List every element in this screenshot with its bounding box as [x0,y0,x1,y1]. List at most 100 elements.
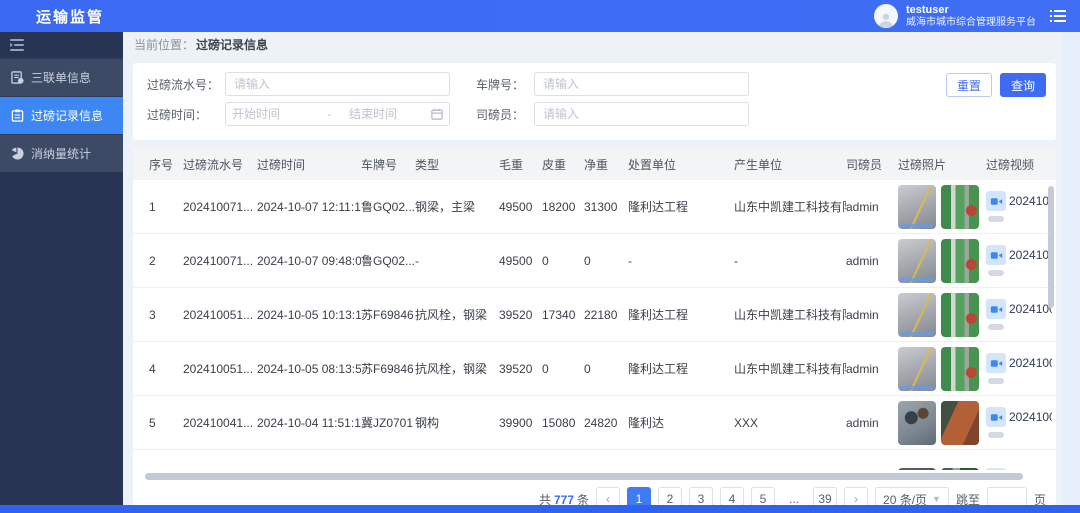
page-ellipsis: ... [782,487,806,505]
cell-plate-number: 苏F69846 [361,360,415,377]
cell-producing-unit: 山东中凯建工科技有限... [734,360,846,377]
weighing-photo-thumbnail[interactable] [941,347,979,391]
weighing-photo-thumbnail[interactable] [941,401,979,445]
prev-page-button[interactable]: ‹ [596,487,620,505]
list-menu-icon[interactable] [1050,9,1066,23]
column-header: 净重 [584,156,628,173]
sidebar-item-label: 消纳量统计 [31,145,91,162]
cell-weigher: admin [846,416,898,430]
breadcrumb: 当前位置： 过磅记录信息 [123,32,1062,57]
table-row[interactable]: 1 202410071... 2024-10-07 12:11:13 鲁GQ02… [133,180,1056,234]
cell-tare-weight: 15080 [542,416,584,430]
chevron-down-icon: ▼ [932,494,941,504]
next-page-button[interactable]: › [844,487,868,505]
video-more-badge [988,324,1004,330]
jump-page-suffix: 页 [1034,491,1046,506]
cell-disposal-unit: - [628,254,734,268]
page-button[interactable]: 1 [627,487,651,505]
bottom-frame-strip [0,505,1080,513]
video-file-link[interactable]: 20241007 [986,191,1052,211]
video-more-badge [988,378,1004,384]
cell-type [415,450,499,468]
cell-type: 钢梁，主梁 [415,198,499,215]
cell-plate-number: 苏F69846 [361,306,415,323]
weighing-photo-thumbnail[interactable] [898,347,936,391]
table-row[interactable]: 3 202410051... 2024-10-05 10:13:15 苏F698… [133,288,1056,342]
weighing-photo-thumbnail[interactable] [941,293,979,337]
app-title: 运输监管 [0,6,104,27]
video-file-name: 20241005 [1009,302,1052,316]
table-row-partial[interactable] [133,450,1056,470]
plate-number-input[interactable] [534,72,749,96]
cell-seq: 4 [149,362,183,376]
vertical-scrollbar[interactable] [1048,186,1054,308]
cell-gross-weight [499,450,542,468]
video-file-link[interactable]: 20241007 [986,245,1052,265]
weighing-photo-thumbnail[interactable] [898,401,936,445]
cell-seq: 5 [149,416,183,430]
weigher-input[interactable] [534,102,749,126]
search-button[interactable]: 查询 [1000,73,1046,97]
weighing-photo-thumbnail[interactable] [941,468,979,470]
horizontal-scrollbar[interactable] [145,473,1023,480]
cell-seq: 3 [149,308,183,322]
table-row[interactable]: 4 202410051... 2024-10-05 08:13:58 苏F698… [133,342,1056,396]
receipt-icon [11,71,24,84]
weighing-photo-thumbnail[interactable] [898,185,936,229]
person-icon [877,10,895,28]
end-time-input[interactable] [349,107,427,121]
app-window: 运输监管 testuser 威海市城市综合管理服务平台 [0,0,1080,513]
page-size-select[interactable]: 20 条/页 ▼ [875,487,949,505]
video-file-name: 20241004 [1009,410,1052,424]
cell-net-weight: 31300 [584,200,628,214]
video-file-link[interactable]: 20241005 [986,353,1052,373]
weighing-photo-thumbnail[interactable] [898,293,936,337]
table-body: 1 202410071... 2024-10-07 12:11:13 鲁GQ02… [133,180,1056,470]
page-button[interactable]: 5 [751,487,775,505]
sidebar-collapse-icon[interactable] [10,39,24,51]
sidebar-item-weighing-records[interactable]: 过磅记录信息 [0,96,123,134]
plate-number-label: 车牌号： [476,76,534,93]
cell-disposal-unit [628,450,734,468]
total-count: 共777条 [539,491,589,506]
weighing-photo-thumbnail[interactable] [898,468,936,470]
page-button[interactable]: 3 [689,487,713,505]
start-time-input[interactable] [232,107,310,121]
cell-tare-weight: 17340 [542,308,584,322]
date-range-picker[interactable]: - [225,102,450,126]
cell-gross-weight: 49500 [499,200,542,214]
cell-net-weight [584,450,628,468]
user-avatar[interactable] [874,4,898,28]
page-button[interactable]: 2 [658,487,682,505]
reset-button[interactable]: 重置 [946,73,992,97]
weighing-photo-thumbnail[interactable] [941,239,979,283]
cell-weighing-video: 20241005 [986,299,1056,330]
sidebar-item-trip-ticket-info[interactable]: 三联单信息 [0,58,123,96]
cell-producing-unit: - [734,254,846,268]
serial-number-input[interactable] [225,72,450,96]
cell-serial-number [183,450,257,468]
table-row[interactable]: 5 202410041... 2024-10-04 11:51:16 冀JZ07… [133,396,1056,450]
page-button[interactable]: 4 [720,487,744,505]
cell-gross-weight: 39520 [499,308,542,322]
table-row[interactable]: 2 202410071... 2024-10-07 09:48:04 鲁GQ02… [133,234,1056,288]
cell-weigher: admin [846,254,898,268]
video-file-link[interactable]: 20241005 [986,299,1052,319]
video-file-link[interactable]: 20241004 [986,407,1052,427]
cell-disposal-unit: 隆利达工程 [628,198,734,215]
cell-net-weight: 24820 [584,416,628,430]
jump-to-page-input[interactable] [987,487,1027,505]
weighing-photo-thumbnail[interactable] [941,185,979,229]
column-header: 毛重 [499,156,542,173]
clipboard-icon [11,109,24,122]
page-button[interactable]: 39 [813,487,837,505]
filter-panel: 过磅流水号： 车牌号： 过磅时间： - 司磅员： [133,63,1056,140]
cell-weighing-video [986,450,1056,470]
cell-gross-weight: 49500 [499,254,542,268]
cell-gross-weight: 39520 [499,362,542,376]
weighing-photo-thumbnail[interactable] [898,239,936,283]
cell-weighing-time: 2024-10-04 11:51:16 [257,416,361,430]
sidebar-item-consumption-stats[interactable]: 消纳量统计 [0,134,123,172]
sidebar: 三联单信息 过磅记录信息 消纳量统计 [0,32,123,505]
cell-weighing-photos [898,185,986,229]
